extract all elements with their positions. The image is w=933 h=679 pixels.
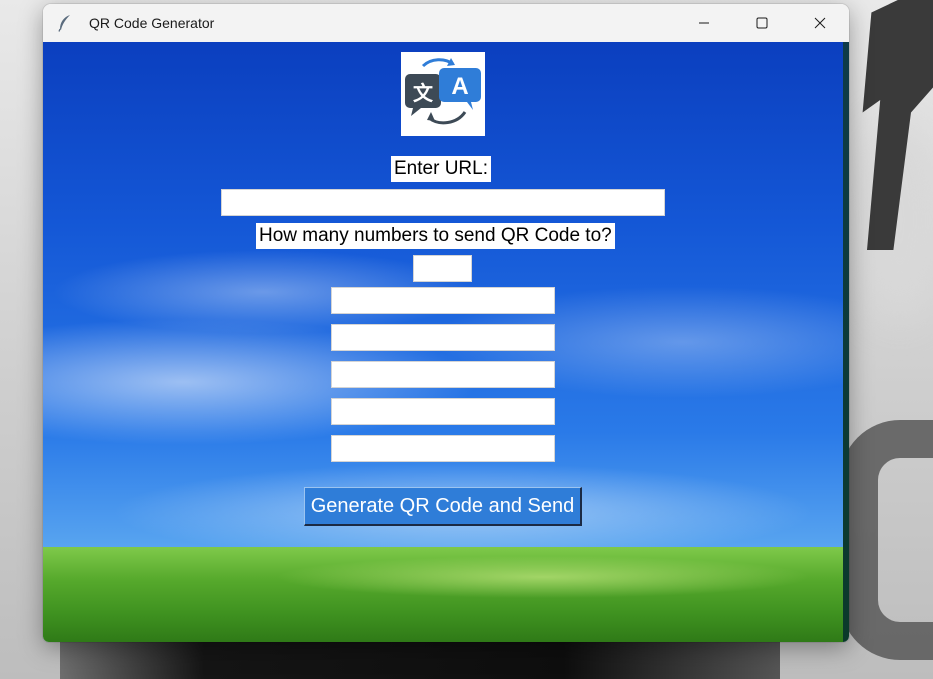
app-content: 文 A Enter URL: How many numbers to send … — [43, 42, 843, 642]
close-icon — [814, 14, 826, 33]
logo-left-glyph: 文 — [413, 81, 434, 105]
minimize-button[interactable] — [675, 4, 733, 42]
generate-send-button[interactable]: Generate QR Code and Send — [304, 487, 582, 526]
window-edge — [843, 42, 849, 642]
maximize-button[interactable] — [733, 4, 791, 42]
close-button[interactable] — [791, 4, 849, 42]
url-input[interactable] — [221, 189, 665, 216]
phone-number-input[interactable] — [331, 361, 555, 388]
count-label: How many numbers to send QR Code to? — [256, 223, 615, 249]
window-title: QR Code Generator — [89, 15, 215, 31]
phone-number-input[interactable] — [331, 435, 555, 462]
phone-number-input[interactable] — [331, 324, 555, 351]
app-logo: 文 A — [401, 52, 485, 136]
background-graphic-dark — [60, 640, 780, 679]
minimize-icon — [698, 14, 710, 33]
count-input[interactable] — [413, 255, 472, 282]
logo-right-glyph: A — [451, 73, 468, 100]
app-window: QR Code Generator 文 A Enter URL: How man… — [43, 4, 849, 642]
grass-field — [43, 547, 843, 642]
feather-icon — [55, 13, 75, 33]
phone-number-input[interactable] — [331, 398, 555, 425]
title-bar[interactable]: QR Code Generator — [43, 4, 849, 42]
url-label: Enter URL: — [391, 156, 491, 182]
maximize-icon — [756, 14, 768, 33]
translate-icon: 文 A — [405, 58, 481, 125]
background-graphic-bottom — [840, 420, 933, 660]
phone-number-input[interactable] — [331, 287, 555, 314]
